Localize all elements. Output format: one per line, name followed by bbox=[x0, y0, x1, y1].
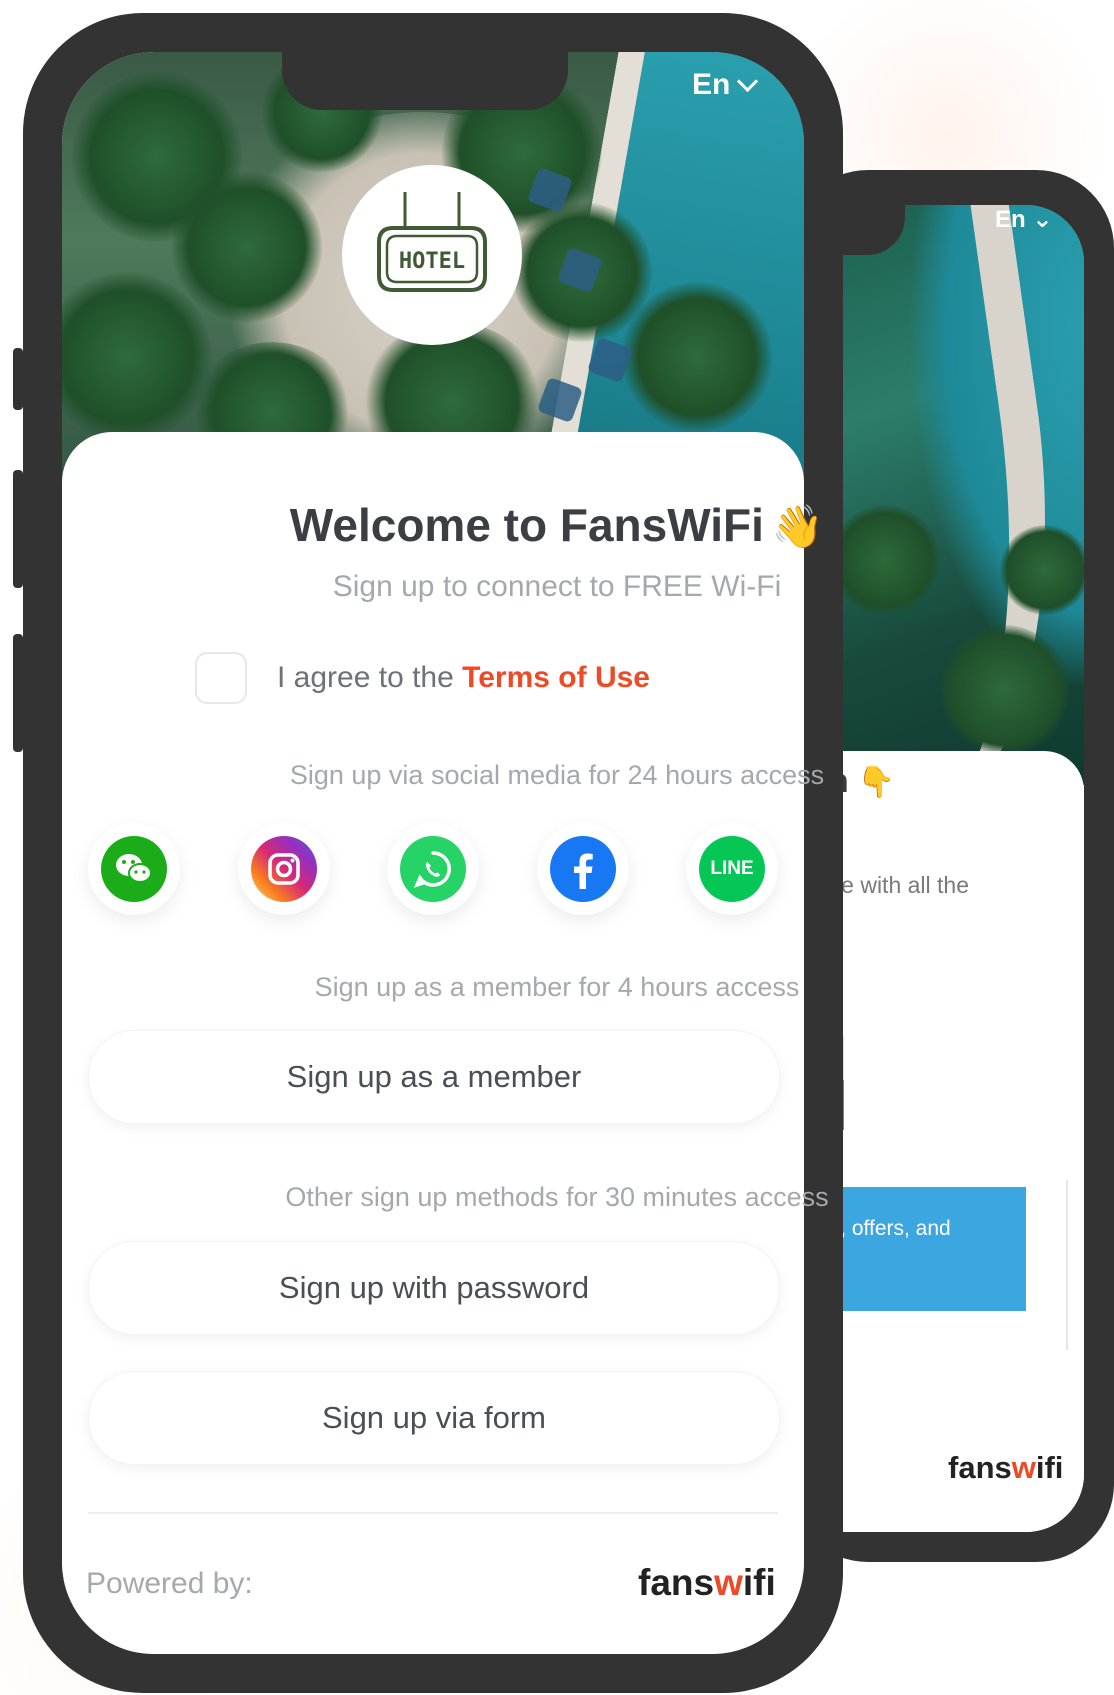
whatsapp-button[interactable] bbox=[387, 823, 479, 915]
hotel-sign-icon: HOTEL bbox=[377, 192, 487, 292]
chevron-down-icon bbox=[737, 70, 759, 92]
member-section-label: Sign up as a member for 4 hours access bbox=[314, 972, 800, 1002]
page-subtitle: Sign up to connect to FREE Wi-Fi bbox=[332, 570, 782, 603]
facebook-button[interactable] bbox=[536, 823, 629, 915]
back-fanswifi-logo: fanswifi bbox=[948, 1450, 1064, 1485]
sign-up-password-button[interactable]: Sign up with password bbox=[88, 1241, 780, 1335]
agree-label: I agree to the Terms of Use bbox=[277, 661, 650, 694]
line-icon: LINE bbox=[699, 836, 765, 902]
side-button-volume-down bbox=[13, 634, 23, 752]
sign-up-member-button[interactable]: Sign up as a member bbox=[88, 1030, 780, 1124]
hotel-logo: HOTEL bbox=[342, 165, 522, 345]
back-language-selector[interactable]: En ⌄ bbox=[995, 205, 1052, 234]
line-button[interactable]: LINE bbox=[686, 823, 778, 915]
whatsapp-icon bbox=[400, 836, 466, 902]
fanswifi-logo: fanswifi bbox=[638, 1562, 776, 1603]
terms-checkbox[interactable] bbox=[195, 652, 247, 704]
side-button-mute bbox=[13, 348, 23, 410]
other-methods-label: Other sign up methods for 30 minutes acc… bbox=[285, 1182, 829, 1212]
social-login-row: LINE bbox=[88, 823, 778, 915]
wechat-button[interactable] bbox=[88, 823, 180, 915]
svg-text:HOTEL: HOTEL bbox=[399, 249, 465, 274]
facebook-icon bbox=[549, 836, 616, 902]
wechat-icon bbox=[101, 836, 167, 902]
instagram-button[interactable] bbox=[237, 823, 330, 915]
instagram-icon bbox=[250, 836, 317, 902]
page-title: Welcome to FansWiFi 👋 bbox=[289, 499, 825, 551]
waving-hand-icon: 👋 bbox=[771, 503, 825, 550]
social-section-label: Sign up via social media for 24 hours ac… bbox=[289, 760, 825, 790]
terms-of-use-link[interactable]: Terms of Use bbox=[462, 661, 650, 694]
footer-divider bbox=[88, 1512, 778, 1514]
language-selector[interactable]: En bbox=[692, 68, 759, 102]
terms-agreement: I agree to the Terms of Use bbox=[195, 652, 650, 704]
front-notch bbox=[282, 52, 568, 110]
powered-by-label: Powered by: bbox=[86, 1567, 253, 1600]
language-label: En bbox=[692, 68, 731, 101]
sign-up-form-button[interactable]: Sign up via form bbox=[88, 1371, 780, 1465]
